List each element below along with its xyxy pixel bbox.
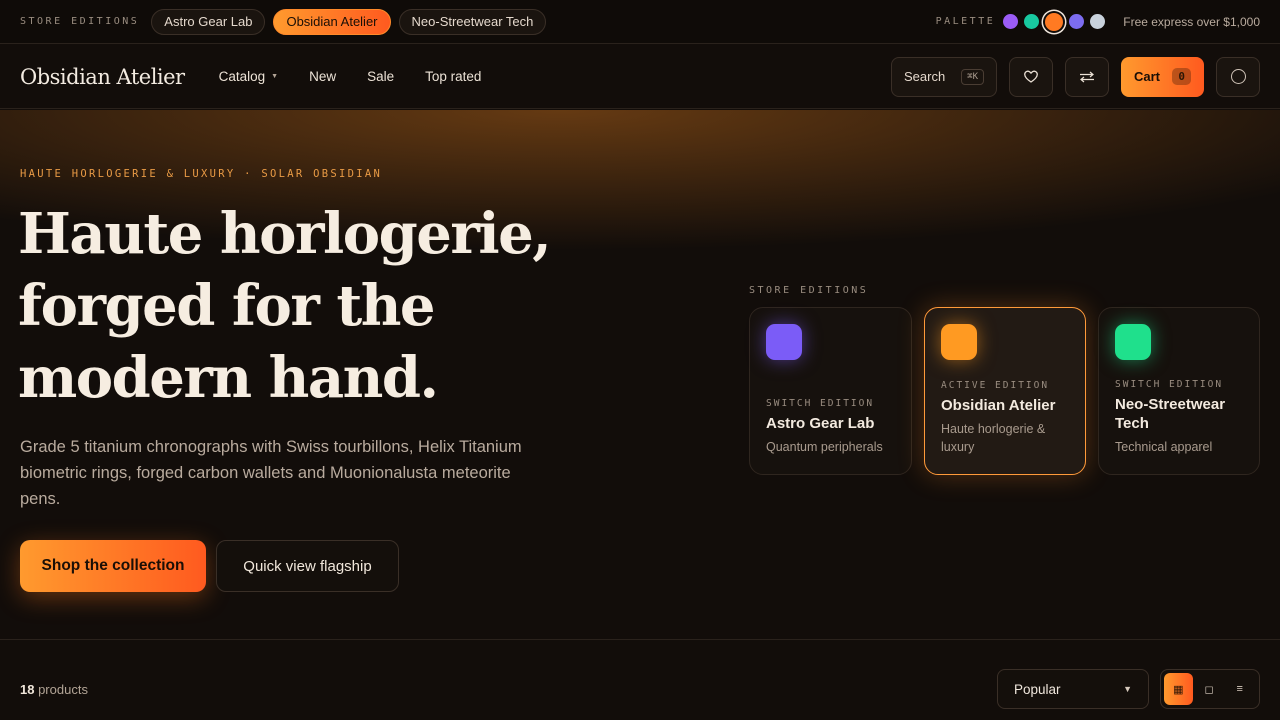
top-bar: STORE EDITIONS Astro Gear Lab Obsidian A… bbox=[0, 0, 1280, 44]
palette-swatch-indigo[interactable] bbox=[1069, 14, 1085, 29]
cart-button[interactable]: Cart 0 bbox=[1121, 56, 1204, 97]
account-circle-icon bbox=[1230, 69, 1246, 84]
palette-swatch-silver[interactable] bbox=[1090, 14, 1106, 29]
account-button[interactable] bbox=[1216, 56, 1260, 97]
hero-section: HAUTE HORLOGERIE & LUXURY · SOLAR OBSIDI… bbox=[0, 110, 1280, 640]
search-label: Search bbox=[904, 69, 946, 84]
product-count-number: 18 bbox=[20, 682, 35, 697]
sort-select[interactable]: Popular ▼ bbox=[997, 669, 1149, 709]
nav-link-top-rated[interactable]: Top rated bbox=[425, 69, 481, 84]
edition-kicker: SWITCH EDITION bbox=[1115, 379, 1224, 390]
search-button[interactable]: Search ⌘K bbox=[891, 56, 997, 97]
edition-card-neo-streetwear-tech[interactable]: SWITCH EDITION Neo-Streetwear Tech Techn… bbox=[1098, 307, 1260, 475]
edition-card-astro-gear-lab[interactable]: SWITCH EDITION Astro Gear Lab Quantum pe… bbox=[749, 307, 912, 475]
hero-description: Grade 5 titanium chronographs with Swiss… bbox=[20, 438, 522, 508]
palette-label: PALETTE bbox=[935, 16, 996, 27]
listing-toolbar: 18 products Popular ▼ ▦ ◻ ≡ bbox=[0, 641, 1280, 720]
edition-name: Neo-Streetwear Tech bbox=[1115, 396, 1226, 432]
nav-link-sale[interactable]: Sale bbox=[367, 69, 394, 84]
cart-label: Cart bbox=[1134, 69, 1161, 84]
compare-arrows-icon bbox=[1080, 71, 1094, 82]
edition-name: Obsidian Atelier bbox=[941, 397, 1056, 414]
view-toggle: ▦ ◻ ≡ bbox=[1160, 669, 1260, 709]
edition-pill-neo-streetwear-tech[interactable]: Neo-Streetwear Tech bbox=[398, 8, 547, 35]
large-view-icon[interactable]: ◻ bbox=[1195, 673, 1224, 705]
edition-name: Astro Gear Lab bbox=[766, 415, 875, 432]
palette-swatch-orange[interactable] bbox=[1045, 12, 1064, 31]
nav-link-label: Catalog bbox=[218, 69, 266, 84]
edition-subtitle: Haute horlogerie & luxury bbox=[941, 422, 1046, 454]
edition-color-swatch bbox=[941, 324, 977, 360]
brand-logo[interactable]: Obsidian Atelier bbox=[20, 65, 185, 89]
compare-button[interactable] bbox=[1065, 56, 1109, 97]
hero-headline: Haute horlogerie, forged for the modern … bbox=[18, 201, 552, 411]
edition-color-swatch bbox=[766, 324, 802, 360]
product-count-suffix: products bbox=[34, 682, 88, 697]
edition-subtitle: Technical apparel bbox=[1115, 440, 1213, 454]
palette-swatch-teal[interactable] bbox=[1024, 14, 1040, 29]
list-view-icon[interactable]: ≡ bbox=[1225, 673, 1254, 705]
edition-card-obsidian-atelier[interactable]: ACTIVE EDITION Obsidian Atelier Haute ho… bbox=[924, 307, 1086, 475]
edition-subtitle: Quantum peripherals bbox=[766, 440, 883, 454]
hero-eyebrow: HAUTE HORLOGERIE & LUXURY · SOLAR OBSIDI… bbox=[20, 168, 383, 180]
nav-link-catalog[interactable]: Catalog ▼ bbox=[219, 69, 278, 84]
nav-link-new[interactable]: New bbox=[309, 69, 336, 84]
edition-pill-obsidian-atelier[interactable]: Obsidian Atelier bbox=[273, 8, 391, 35]
edition-pill-astro-gear-lab[interactable]: Astro Gear Lab bbox=[151, 8, 266, 35]
heart-icon bbox=[1024, 70, 1038, 83]
store-editions-label: STORE EDITIONS bbox=[20, 16, 140, 27]
main-nav: Obsidian Atelier Catalog ▼ New Sale Top … bbox=[0, 45, 1280, 109]
product-count: 18 products bbox=[20, 682, 88, 697]
quick-view-flagship-button[interactable]: Quick view flagship bbox=[216, 540, 399, 592]
caret-down-icon: ▼ bbox=[271, 73, 279, 80]
edition-kicker: ACTIVE EDITION bbox=[941, 380, 1050, 391]
palette-swatch-violet[interactable] bbox=[1003, 14, 1019, 29]
wishlist-button[interactable] bbox=[1009, 56, 1053, 97]
cart-count-badge: 0 bbox=[1172, 68, 1191, 85]
edition-color-swatch bbox=[1115, 324, 1151, 360]
shop-collection-button[interactable]: Shop the collection bbox=[20, 540, 206, 592]
edition-kicker: SWITCH EDITION bbox=[766, 398, 875, 409]
promo-text: Free express over $1,000 bbox=[1123, 14, 1260, 29]
sort-value: Popular bbox=[1014, 681, 1061, 697]
store-editions-heading: STORE EDITIONS bbox=[749, 285, 869, 296]
grid-view-icon[interactable]: ▦ bbox=[1164, 673, 1193, 705]
chevron-down-icon: ▼ bbox=[1123, 684, 1132, 694]
search-shortcut: ⌘K bbox=[961, 68, 984, 85]
